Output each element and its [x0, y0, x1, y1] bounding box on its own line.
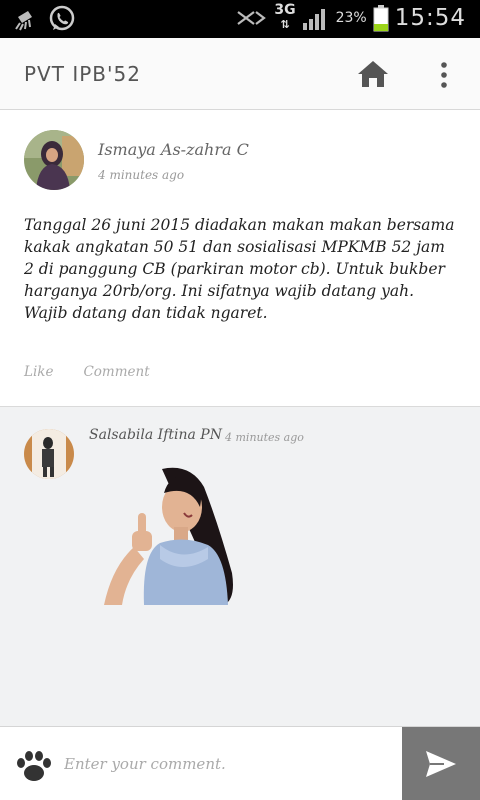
comment-input[interactable] — [64, 745, 396, 783]
post-card: Ismaya As-zahra C 4 minutes ago Tanggal … — [0, 110, 480, 406]
send-icon — [426, 751, 456, 777]
post-actions: Like Comment — [24, 364, 150, 380]
post-author[interactable]: Ismaya As-zahra C — [98, 140, 249, 159]
comment-time: 4 minutes ago — [225, 431, 304, 444]
send-button[interactable] — [402, 727, 480, 800]
cleaner-icon — [15, 11, 32, 31]
battery-icon — [373, 4, 389, 31]
whatsapp-icon — [49, 5, 75, 31]
app-toolbar: PVT IPB'52 — [0, 38, 480, 110]
comment-author[interactable]: Salsabila Iftina PN — [89, 427, 222, 443]
bluetooth-muted-icon — [237, 10, 267, 25]
status-bar: 3G ⇅ 23% 15:54 — [0, 0, 480, 38]
avatar[interactable] — [24, 130, 84, 190]
post-body: Tanggal 26 juni 2015 diadakan makan maka… — [24, 216, 455, 322]
battery-percent: 23% — [335, 9, 367, 26]
signal-icon — [302, 8, 325, 30]
post-time: 4 minutes ago — [98, 168, 185, 182]
home-icon[interactable] — [356, 58, 390, 90]
more-vert-icon[interactable] — [434, 60, 454, 90]
like-button[interactable]: Like — [24, 364, 53, 380]
paw-sticker-icon[interactable] — [14, 749, 54, 783]
network-type: 3G ⇅ — [274, 2, 296, 31]
comments-list: Salsabila Iftina PN 4 minutes ago — [0, 406, 480, 726]
comment-button[interactable]: Comment — [83, 364, 149, 380]
avatar[interactable] — [24, 429, 74, 479]
comment-composer — [0, 726, 480, 800]
clock: 15:54 — [394, 4, 466, 31]
page-title: PVT IPB'52 — [24, 62, 141, 86]
sticker-image — [104, 467, 233, 605]
